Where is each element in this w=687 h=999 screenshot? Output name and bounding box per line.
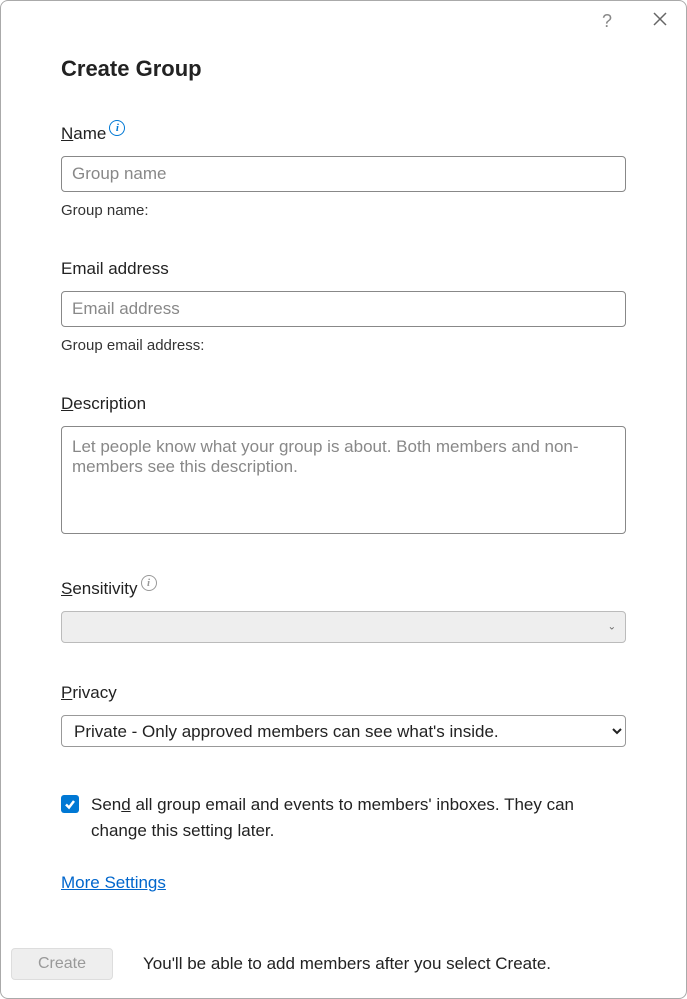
description-label: Description (61, 394, 626, 414)
sensitivity-field-group: Sensitivity i ⌄ (61, 579, 626, 643)
privacy-label: Privacy (61, 683, 626, 703)
sensitivity-label: Sensitivity i (61, 579, 626, 599)
create-group-dialog: ? Create Group Name i Group name: Email … (0, 0, 687, 999)
description-field-group: Description (61, 394, 626, 539)
privacy-select[interactable]: Private - Only approved members can see … (61, 715, 626, 747)
email-hint: Group email address: (61, 337, 626, 354)
send-all-label: Send all group email and events to membe… (91, 792, 626, 843)
email-field-group: Email address Group email address: (61, 259, 626, 354)
name-hint: Group name: (61, 202, 626, 219)
description-input[interactable] (61, 426, 626, 534)
send-all-checkbox[interactable] (61, 795, 79, 813)
name-label: Name i (61, 124, 626, 144)
name-input[interactable] (61, 156, 626, 192)
dialog-title: Create Group (61, 56, 626, 82)
dialog-footer: Create You'll be able to add members aft… (1, 938, 686, 998)
info-icon[interactable]: i (109, 120, 125, 136)
sensitivity-select[interactable] (61, 611, 626, 643)
dialog-content: Create Group Name i Group name: Email ad… (1, 32, 686, 938)
send-all-checkbox-row: Send all group email and events to membe… (61, 792, 626, 843)
email-input[interactable] (61, 291, 626, 327)
help-icon[interactable]: ? (602, 11, 612, 32)
create-button[interactable]: Create (11, 948, 113, 980)
more-settings-link[interactable]: More Settings (61, 873, 166, 893)
footer-text: You'll be able to add members after you … (143, 954, 551, 974)
email-label: Email address (61, 259, 626, 279)
privacy-field-group: Privacy Private - Only approved members … (61, 683, 626, 747)
close-icon[interactable] (652, 11, 668, 32)
titlebar: ? (1, 1, 686, 32)
name-field-group: Name i Group name: (61, 124, 626, 219)
info-icon[interactable]: i (141, 575, 157, 591)
